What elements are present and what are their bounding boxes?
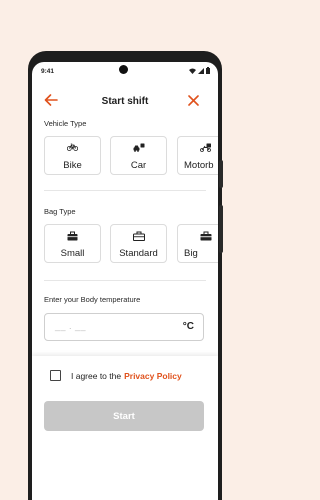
- big-bag-icon: [200, 231, 212, 241]
- vehicle-type-label: Vehicle Type: [44, 119, 87, 128]
- footer-panel: I agree to the Privacy Policy Start: [32, 356, 218, 500]
- start-button[interactable]: Start: [44, 401, 204, 431]
- privacy-policy-link[interactable]: Privacy Policy: [124, 371, 182, 381]
- status-time: 9:41: [41, 68, 55, 75]
- small-bag-icon: [67, 231, 78, 241]
- bag-option-small[interactable]: Small: [44, 224, 101, 263]
- temperature-input[interactable]: __ . __ °C: [44, 313, 204, 341]
- vehicle-option-car[interactable]: Car: [110, 136, 167, 175]
- bag-option-label: Small: [60, 248, 85, 259]
- close-icon[interactable]: [188, 95, 199, 106]
- bag-option-label: Standard: [119, 248, 158, 259]
- section-divider: [44, 190, 206, 191]
- bag-option-label: Big: [184, 248, 198, 259]
- camera-notch: [119, 65, 128, 74]
- car-icon: [133, 143, 144, 152]
- bag-type-label: Bag Type: [44, 207, 76, 216]
- vehicle-option-label: Motorb: [184, 160, 214, 171]
- bag-option-big[interactable]: Big: [177, 224, 218, 263]
- vehicle-option-label: Car: [130, 160, 147, 171]
- status-bar: 9:41: [32, 62, 218, 82]
- battery-icon: [206, 67, 210, 74]
- signal-icon: [198, 67, 204, 74]
- phone-side-button: [219, 160, 223, 188]
- privacy-checkbox[interactable]: [50, 370, 61, 381]
- motorbike-icon: [200, 143, 211, 152]
- phone-volume-button: [219, 205, 223, 253]
- wifi-icon: [189, 68, 196, 74]
- bicycle-icon: [67, 143, 78, 151]
- vehicle-option-motorbike[interactable]: Motorb: [177, 136, 218, 175]
- privacy-consent-row: I agree to the Privacy Policy: [50, 370, 182, 381]
- section-divider: [44, 280, 206, 281]
- consent-text: I agree to the: [71, 370, 122, 381]
- temperature-placeholder: __ . __: [55, 321, 87, 331]
- temperature-unit: °C: [182, 321, 194, 332]
- app-screen: 9:41 Start shift Vehicle Type Bike Car M…: [32, 62, 218, 500]
- vehicle-option-bike[interactable]: Bike: [44, 136, 101, 175]
- temperature-label: Enter your Body temperature: [44, 295, 141, 304]
- status-icons: [189, 67, 210, 74]
- standard-bag-icon: [132, 231, 145, 241]
- bag-option-standard[interactable]: Standard: [110, 224, 167, 263]
- vehicle-option-label: Bike: [63, 160, 82, 171]
- app-header: Start shift: [32, 82, 218, 122]
